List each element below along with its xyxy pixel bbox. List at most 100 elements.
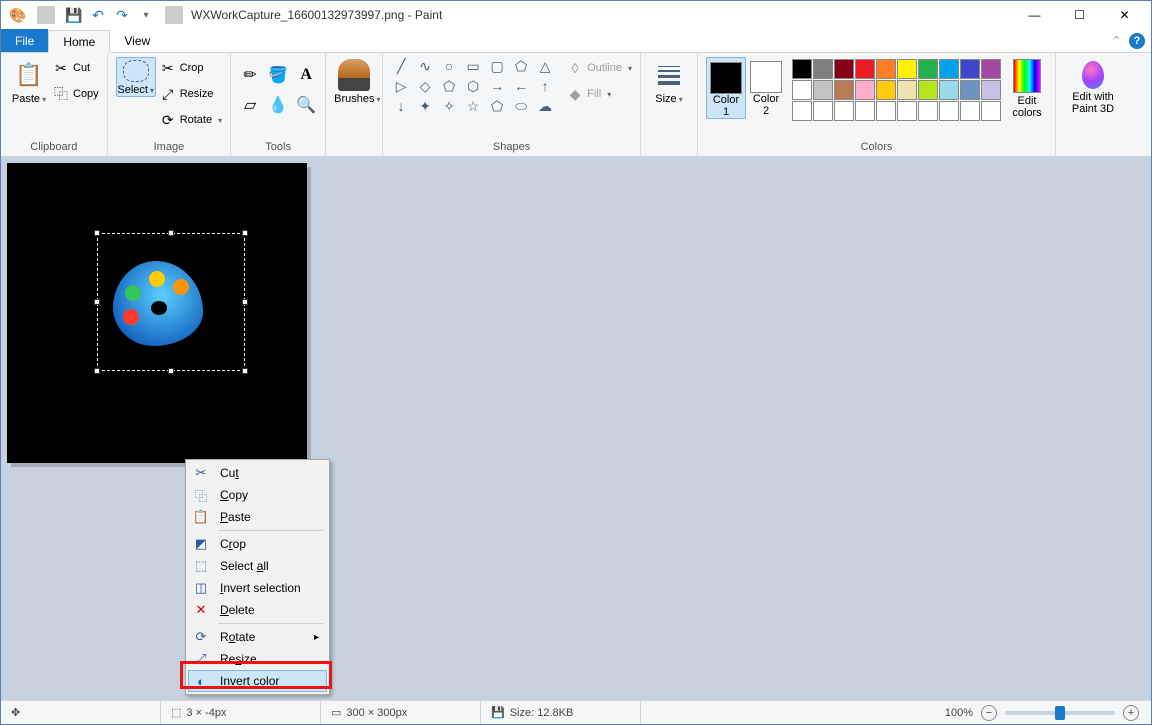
tab-view[interactable]: View <box>110 29 164 52</box>
resize-icon: ⤢ <box>160 86 176 102</box>
minimize-button[interactable]: — <box>1012 1 1057 29</box>
crop-button[interactable]: ✂Crop <box>160 57 222 79</box>
save-icon[interactable]: 💾 <box>65 6 83 24</box>
tab-file[interactable]: File <box>1 29 48 52</box>
group-label: Clipboard <box>30 141 77 156</box>
close-button[interactable]: ✕ <box>1102 1 1147 29</box>
paint3d-button[interactable]: Edit with Paint 3D <box>1064 57 1122 115</box>
brushes-button[interactable]: Brushes <box>334 57 374 105</box>
size-button[interactable]: Size <box>649 57 689 105</box>
ctx-select-all[interactable]: ⬚Select all <box>188 555 327 577</box>
color-swatch[interactable] <box>939 59 959 79</box>
color-swatch[interactable] <box>834 80 854 100</box>
select-all-icon: ⬚ <box>192 558 210 574</box>
qat-dropdown-icon[interactable]: ▾ <box>137 6 155 24</box>
collapse-ribbon-icon[interactable]: ⌃ <box>1112 34 1121 47</box>
color-swatch[interactable] <box>834 101 854 121</box>
text-tool[interactable]: A <box>295 61 317 89</box>
ribbon: 📋 Paste ✂Cut ⿻Copy Clipboard Select ✂Cro… <box>1 53 1151 157</box>
color-swatch[interactable] <box>897 101 917 121</box>
color1-button[interactable]: Color 1 <box>706 57 746 119</box>
color-swatch[interactable] <box>834 59 854 79</box>
color-swatch[interactable] <box>981 59 1001 79</box>
group-label: Image <box>154 141 185 156</box>
color1-swatch <box>710 62 742 94</box>
help-icon[interactable]: ? <box>1129 33 1145 49</box>
invert-sel-icon: ◫ <box>192 580 210 596</box>
color-swatch[interactable] <box>792 59 812 79</box>
color-swatch[interactable] <box>876 59 896 79</box>
color-swatch[interactable] <box>960 101 980 121</box>
ctx-invert-selection[interactable]: ◫Invert selection <box>188 577 327 599</box>
resize-button[interactable]: ⤢Resize <box>160 83 222 105</box>
color-swatch[interactable] <box>918 101 938 121</box>
zoom-slider[interactable] <box>1005 711 1115 715</box>
edit-colors-button[interactable]: Edit colors <box>1007 57 1047 119</box>
select-icon <box>123 60 149 82</box>
maximize-button[interactable]: ☐ <box>1057 1 1102 29</box>
tab-home[interactable]: Home <box>48 30 110 53</box>
picker-tool[interactable]: 💧 <box>267 91 289 119</box>
color-swatch[interactable] <box>960 80 980 100</box>
color-swatch[interactable] <box>813 59 833 79</box>
canvas[interactable] <box>7 163 307 463</box>
crop-icon: ◩ <box>192 536 210 552</box>
redo-icon[interactable]: ↷ <box>113 6 131 24</box>
copy-button[interactable]: ⿻Copy <box>53 83 99 105</box>
outline-button[interactable]: ◊Outline <box>567 57 632 79</box>
color-swatch[interactable] <box>960 59 980 79</box>
color-swatch[interactable] <box>897 59 917 79</box>
color-swatch[interactable] <box>792 101 812 121</box>
group-label <box>1091 141 1094 156</box>
paste-button[interactable]: 📋 Paste <box>9 57 49 105</box>
group-size: Size <box>641 53 698 156</box>
zoom-thumb[interactable] <box>1055 706 1065 720</box>
color-swatch[interactable] <box>981 101 1001 121</box>
divider <box>37 6 55 24</box>
magnify-tool[interactable]: 🔍 <box>295 91 317 119</box>
copy-icon: ⿻ <box>53 86 69 102</box>
rotate-button[interactable]: ⟳Rotate <box>160 109 222 131</box>
fill-tool[interactable]: 🪣 <box>267 61 289 89</box>
color-swatch[interactable] <box>897 80 917 100</box>
color-swatch[interactable] <box>981 80 1001 100</box>
group-label <box>667 141 670 156</box>
ctx-paste[interactable]: 📋Paste <box>188 506 327 528</box>
color-swatch[interactable] <box>855 80 875 100</box>
canvas-area[interactable]: ✂Cut ⿻Copy 📋Paste ◩Crop ⬚Select all ◫Inv… <box>1 157 1151 700</box>
color-swatch[interactable] <box>813 101 833 121</box>
color-swatch[interactable] <box>876 101 896 121</box>
color-palette[interactable] <box>792 59 1001 121</box>
selection-rect[interactable] <box>97 233 245 371</box>
select-button[interactable]: Select <box>116 57 156 97</box>
color-swatch[interactable] <box>939 101 959 121</box>
ribbon-tabs: File Home View ⌃ ? <box>1 29 1151 53</box>
ctx-cut[interactable]: ✂Cut <box>188 462 327 484</box>
color-swatch[interactable] <box>792 80 812 100</box>
group-label: Colors <box>861 141 893 156</box>
cut-icon: ✂ <box>53 60 69 76</box>
color-swatch[interactable] <box>855 101 875 121</box>
pencil-tool[interactable]: ✏ <box>239 61 261 89</box>
shapes-gallery[interactable]: ╱∿○▭▢⬠△ ▷◇⬠⬡→←↑ ↓✦✧☆⬠⬭☁ <box>391 57 555 115</box>
color-swatch[interactable] <box>813 80 833 100</box>
ctx-delete[interactable]: ✕Delete <box>188 599 327 621</box>
eraser-tool[interactable]: ▱ <box>239 91 261 119</box>
zoom-out-button[interactable]: − <box>981 705 997 721</box>
color-swatch[interactable] <box>918 59 938 79</box>
color-swatch[interactable] <box>855 59 875 79</box>
group-label: Tools <box>265 141 291 156</box>
ctx-copy[interactable]: ⿻Copy <box>188 484 327 506</box>
zoom-in-button[interactable]: + <box>1123 705 1139 721</box>
fill-button[interactable]: ◆Fill <box>567 83 632 105</box>
undo-icon[interactable]: ↶ <box>89 6 107 24</box>
color2-button[interactable]: Color 2 <box>746 57 786 117</box>
cut-button[interactable]: ✂Cut <box>53 57 99 79</box>
ctx-crop[interactable]: ◩Crop <box>188 533 327 555</box>
group-shapes: ╱∿○▭▢⬠△ ▷◇⬠⬡→←↑ ↓✦✧☆⬠⬭☁ ◊Outline ◆Fill S… <box>383 53 641 156</box>
ctx-rotate[interactable]: ⟳Rotate▸ <box>188 626 327 648</box>
color-swatch[interactable] <box>876 80 896 100</box>
color-swatch[interactable] <box>918 80 938 100</box>
group-clipboard: 📋 Paste ✂Cut ⿻Copy Clipboard <box>1 53 108 156</box>
color-swatch[interactable] <box>939 80 959 100</box>
